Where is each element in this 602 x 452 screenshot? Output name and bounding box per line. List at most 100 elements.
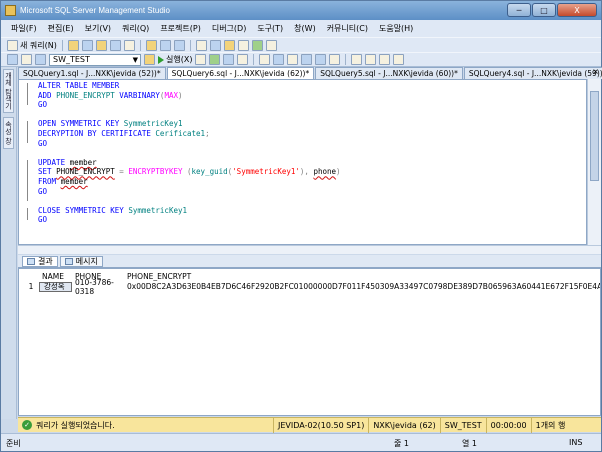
code-token: DECRYPTION BY CERTIFICATE	[38, 128, 156, 138]
database-select[interactable]: SW_TEST ▼	[49, 53, 141, 66]
save-icon[interactable]	[159, 39, 171, 51]
editor-horizontal-scrollbar[interactable]	[18, 245, 601, 254]
menu-file[interactable]: 파일(F)	[11, 23, 37, 34]
code-token: VARBINARY	[114, 90, 160, 100]
code-token: ENCRYPTBYKEY	[128, 167, 183, 177]
query-designer-icon[interactable]	[237, 54, 249, 65]
client-stats-icon[interactable]	[287, 54, 299, 65]
side-panel-strip: 개체 탐색기 속성 창	[1, 67, 17, 419]
code-line: CLOSE SYMMETRIC KEY SymmetricKey1	[38, 206, 341, 216]
grid-icon	[27, 257, 35, 265]
column-header[interactable]: NAME	[39, 272, 72, 281]
menu-edit[interactable]: 편집(E)	[48, 23, 74, 34]
object-explorer-icon[interactable]	[223, 39, 235, 51]
cancel-query-icon[interactable]	[195, 54, 207, 65]
code-token: FROM	[38, 176, 61, 186]
tab-messages[interactable]: 메시지	[59, 255, 103, 267]
menu-help[interactable]: 도움말(H)	[379, 23, 413, 34]
sql-code: ALTER TABLE MEMBER ADD PHONE_ENCRYPT VARB…	[38, 81, 341, 225]
main-window: Microsoft SQL Server Management Studio ─…	[0, 0, 602, 452]
menu-tools[interactable]: 도구(T)	[257, 23, 283, 34]
tab-sqlquery4[interactable]: SQLQuery4.sql - J...NXK\jevida (59))*	[463, 67, 602, 79]
toolbox-icon[interactable]	[265, 39, 277, 51]
success-check-icon: ✓	[22, 420, 32, 430]
menu-window[interactable]: 창(W)	[294, 23, 316, 34]
code-token: =	[114, 167, 129, 177]
disconnect-icon[interactable]	[21, 54, 32, 65]
menu-debug[interactable]: 디버그(D)	[212, 23, 246, 34]
window-title: Microsoft SQL Server Management Studio	[20, 6, 170, 15]
properties-icon[interactable]	[251, 39, 263, 51]
parse-icon[interactable]	[209, 54, 221, 65]
results-grid-icon[interactable]	[315, 54, 327, 65]
code-token: OPEN SYMMETRIC KEY	[38, 119, 124, 129]
results-text-icon[interactable]	[301, 54, 313, 65]
increase-indent-icon[interactable]	[393, 54, 405, 65]
object-explorer-tab[interactable]: 개체 탐색기	[3, 69, 14, 113]
code-token: ;	[205, 128, 210, 138]
include-plan-icon[interactable]	[273, 54, 285, 65]
code-token: ALTER TABLE MEMBER	[38, 81, 120, 90]
database-engine-query-icon[interactable]	[67, 39, 79, 51]
code-token: ADD	[38, 90, 57, 100]
registered-servers-icon[interactable]	[209, 39, 221, 51]
code-line: UPDATE member	[38, 158, 341, 168]
minimize-button[interactable]: ─	[507, 3, 531, 17]
save-all-icon[interactable]	[173, 39, 185, 51]
uncomment-icon[interactable]	[365, 54, 377, 65]
open-file-icon[interactable]	[145, 39, 157, 51]
properties-tab[interactable]: 속성 창	[3, 117, 14, 149]
comment-icon[interactable]	[351, 54, 363, 65]
new-query-button[interactable]: 새 쿼리(N)	[7, 39, 57, 51]
table-row[interactable]: 1 강성옥 010-3786-0318 0x00D8C2A3D63E0B4EB7…	[23, 278, 600, 296]
menu-community[interactable]: 커뮤니티(C)	[327, 23, 368, 34]
display-plan-icon[interactable]	[223, 54, 235, 65]
analysis-query-icon[interactable]	[81, 39, 93, 51]
template-explorer-icon[interactable]	[237, 39, 249, 51]
status-message: 쿼리가 실행되었습니다.	[36, 420, 115, 430]
editor-vertical-scrollbar[interactable]	[587, 79, 601, 245]
insert-mode-indicator: INS	[569, 438, 583, 447]
code-token: )	[177, 90, 183, 100]
table-cell[interactable]: 0x00D8C2A3D63E0B4EB7D6C46F2920B2FC010000…	[124, 282, 600, 291]
code-token: SET	[38, 167, 57, 177]
outline-marker	[27, 208, 33, 220]
results-file-icon[interactable]	[329, 54, 341, 65]
tab-results[interactable]: 결과	[22, 255, 58, 267]
tab-sqlquery1[interactable]: SQLQuery1.sql - J...NXK\jevida (52))*	[18, 67, 166, 79]
menu-view[interactable]: 보기(V)	[85, 23, 111, 34]
menu-query[interactable]: 쿼리(Q)	[122, 23, 149, 34]
intellisense-icon[interactable]	[259, 54, 271, 65]
table-cell[interactable]: 강성옥	[39, 281, 72, 292]
maximize-button[interactable]: □	[532, 3, 556, 17]
tab-sqlquery6[interactable]: SQLQuery6.sql - J...NXK\jevida (62))*	[166, 67, 315, 79]
new-query-icon	[7, 39, 18, 51]
code-token: member	[60, 176, 88, 186]
change-connection-icon[interactable]	[35, 54, 46, 65]
title-bar: Microsoft SQL Server Management Studio ─…	[1, 1, 601, 20]
table-cell[interactable]: 010-3786-0318	[72, 278, 124, 296]
mdx-query-icon[interactable]	[95, 39, 107, 51]
xmla-query-icon[interactable]	[123, 39, 135, 51]
dmx-query-icon[interactable]	[109, 39, 121, 51]
tab-sqlquery5[interactable]: SQLQuery5.sql - J...NXK\jevida (60))*	[315, 67, 463, 79]
column-header[interactable]: PHONE_ENCRYPT	[124, 272, 600, 281]
debug-icon[interactable]	[144, 54, 155, 65]
menu-project[interactable]: 프로젝트(P)	[160, 23, 201, 34]
close-tab-icon[interactable]: ×	[592, 67, 599, 76]
activity-monitor-icon[interactable]	[195, 39, 207, 51]
toolbar-separator	[345, 54, 347, 65]
scroll-thumb[interactable]	[590, 91, 599, 181]
status-time: 00:00:00	[485, 417, 531, 433]
decrease-indent-icon[interactable]	[379, 54, 391, 65]
query-editor[interactable]: ALTER TABLE MEMBER ADD PHONE_ENCRYPT VARB…	[18, 79, 587, 245]
code-line: FROM member	[38, 177, 341, 187]
sql-editor-toolbar: SW_TEST ▼ 실행(X)	[1, 52, 601, 67]
execute-icon	[158, 55, 164, 64]
code-token: (	[182, 167, 192, 177]
execute-button[interactable]: 실행(X)	[158, 54, 192, 65]
connect-icon[interactable]	[7, 54, 18, 65]
close-button[interactable]: X	[557, 3, 597, 17]
code-line: SET PHONE_ENCRYPT = ENCRYPTBYKEY (key_gu…	[38, 167, 341, 177]
code-token: key_guid	[191, 167, 228, 177]
